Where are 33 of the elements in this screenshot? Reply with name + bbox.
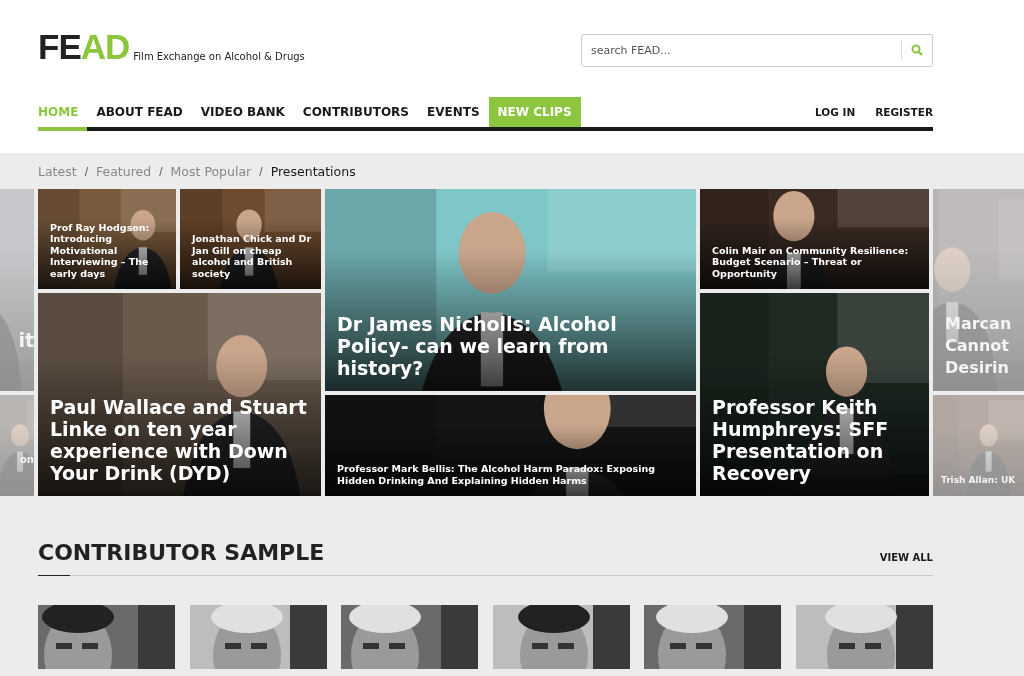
video-tile[interactable]: Professor Mark Bellis: The Alcohol Harm Paradox: Exposing Hidden Drinking And Explaining Hidden Harms <box>325 395 696 496</box>
logo[interactable]: FEAD <box>38 32 130 62</box>
nav-link[interactable]: ABOUT FEAD <box>87 97 192 127</box>
filter-link[interactable]: Presentations <box>270 164 356 179</box>
video-title: Trish Allan: UK <box>940 474 1016 487</box>
video-tile[interactable]: Prof Ray Hodgson: Introducing Motivational Interviewing – The early days <box>38 189 176 289</box>
search-field[interactable]: search FEAD... <box>581 34 933 67</box>
separator: / <box>259 166 263 177</box>
video-title: Professor Mark Bellis: The Alcohol Harm Paradox: Exposing Hidden Drinking And Explaining Hidden Harms <box>337 463 657 486</box>
video-title: Professor Keith Humphreys: SFF Presentation on Recovery <box>712 396 890 484</box>
section-title: CONTRIBUTOR SAMPLE <box>38 540 325 565</box>
video-title: Paul Wallace and Stuart Linke on ten year experience with Down Your Drink (DYD) <box>50 396 308 484</box>
video-tile[interactable]: Dr James Nicholls: Alcohol Policy- can we learn from history? <box>325 189 696 391</box>
video-tile[interactable]: Paul Wallace and Stuart Linke on ten year experience with Down Your Drink (DYD) <box>38 293 321 496</box>
video-tile[interactable]: Professor Keith Humphreys: SFF Presentation on Recovery <box>700 293 929 496</box>
nav-link[interactable]: EVENTS <box>417 97 489 127</box>
video-title: Marcan Cannot Desirin <box>944 313 1013 379</box>
account-link[interactable]: LOG IN <box>815 106 856 118</box>
video-title: it <box>18 329 34 351</box>
account-link[interactable]: REGISTER <box>875 106 933 118</box>
separator: / <box>159 166 163 177</box>
video-tile[interactable]: Jonathan Chick and Dr Jan Gill on cheap alcohol and British society <box>180 189 321 289</box>
tagline: Film Exchange on Alcohol & Drugs <box>133 51 305 62</box>
separator: / <box>84 166 88 177</box>
view-all-link[interactable]: VIEW ALL <box>879 552 933 565</box>
video-tile[interactable]: Colin Mair on Community Resilience: Budget Scenario – Threat or Opportunity <box>700 189 929 289</box>
nav-link[interactable]: VIDEO BANK <box>191 97 294 127</box>
video-title: Dr James Nicholls: Alcohol Policy- can we learn from history? <box>337 313 618 379</box>
video-title: Prof Ray Hodgson: Introducing Motivational Interviewing – The early days <box>50 221 151 279</box>
video-title: on <box>20 454 34 466</box>
nav-link[interactable]: CONTRIBUTORS <box>293 97 418 127</box>
video-title: Jonathan Chick and Dr Jan Gill on cheap alcohol and British society <box>192 233 313 279</box>
video-title: Colin Mair on Community Resilience: Budget Scenario – Threat or Opportunity <box>712 244 910 279</box>
